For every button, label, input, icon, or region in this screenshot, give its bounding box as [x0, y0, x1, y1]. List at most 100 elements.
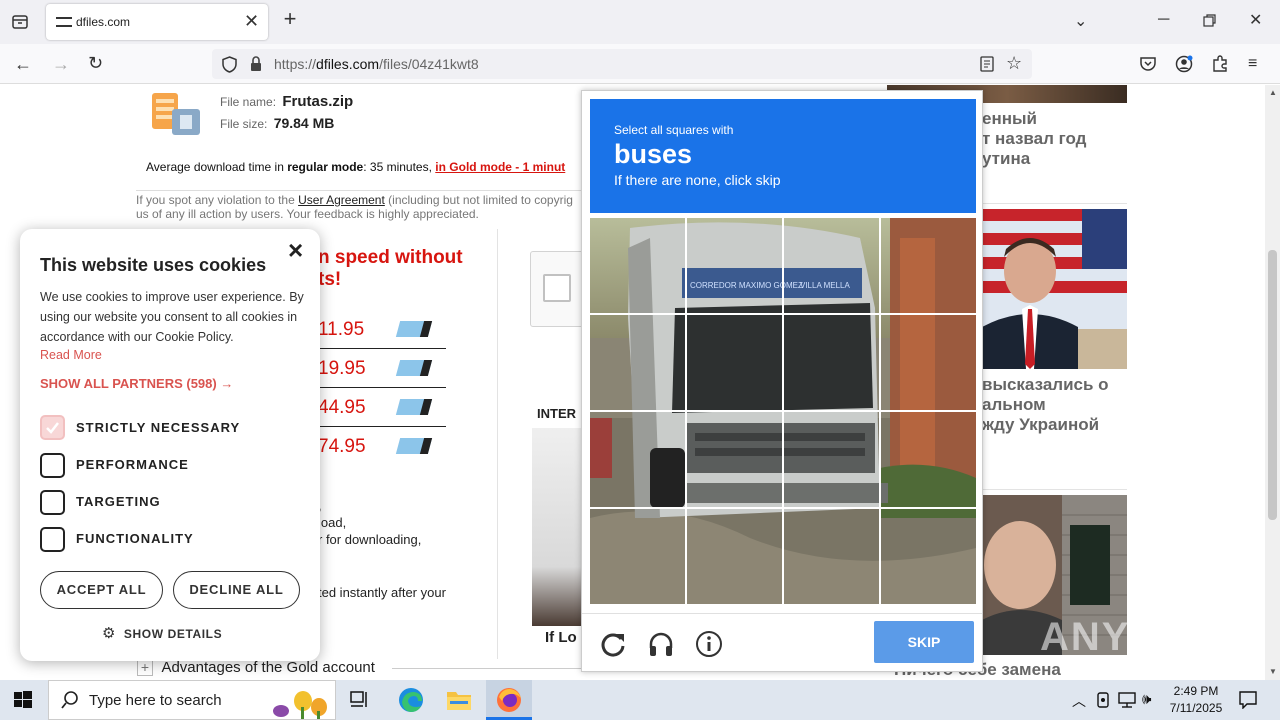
- url-prefix: https://: [274, 56, 317, 72]
- price-row[interactable]: 74.95: [318, 432, 446, 466]
- news-headline-1[interactable]: енный т назвал год утина: [982, 109, 1086, 169]
- list-all-tabs-chevron-icon[interactable]: ⌄: [1074, 14, 1087, 30]
- firefox-taskbar-button[interactable]: [486, 680, 532, 720]
- price-row[interactable]: 44.95: [318, 393, 446, 427]
- advantages-row[interactable]: + Advantages of the Gold account: [137, 659, 375, 677]
- pocket-icon[interactable]: [1140, 56, 1156, 75]
- captcha-tile[interactable]: [784, 218, 878, 312]
- price-row[interactable]: 11.95: [318, 315, 446, 349]
- device-icon[interactable]: [1096, 692, 1110, 713]
- edge-browser-icon[interactable]: [398, 687, 424, 718]
- new-tab-icon[interactable]: +: [280, 8, 300, 30]
- captcha-tile[interactable]: [784, 412, 878, 506]
- show-hidden-icons-chevron-icon[interactable]: ︿: [1072, 691, 1086, 711]
- page-scrollbar[interactable]: ▲ ▼: [1265, 85, 1280, 680]
- targeting-checkbox[interactable]: [40, 490, 65, 515]
- show-partners-link[interactable]: SHOW ALL PARTNERS (598) →: [40, 376, 233, 391]
- restore-icon[interactable]: [1203, 14, 1217, 32]
- notice-text-1: If you spot any violation to the: [136, 193, 299, 207]
- scrollbar-thumb[interactable]: [1268, 250, 1277, 520]
- captcha-instruction: Select all squares with: [614, 123, 734, 137]
- cookie-body-text: We use cookies to improve user experienc…: [40, 290, 304, 344]
- captcha-tile[interactable]: [784, 315, 878, 409]
- cookie-close-icon[interactable]: ×: [288, 235, 303, 266]
- url-text[interactable]: https://dfiles.com/files/04z41kwt8: [274, 56, 479, 72]
- network-icon[interactable]: [1118, 692, 1136, 713]
- captcha-tile[interactable]: [590, 509, 684, 603]
- captcha-tile[interactable]: [881, 412, 975, 506]
- price-row[interactable]: 19.95: [318, 354, 446, 388]
- captcha-tile[interactable]: [784, 509, 878, 603]
- taskbar-search-box[interactable]: Type here to search: [48, 680, 336, 720]
- captcha-tile[interactable]: [881, 509, 975, 603]
- news-image-2[interactable]: [982, 209, 1127, 369]
- captcha-tile[interactable]: [590, 218, 684, 312]
- ad-image[interactable]: [532, 428, 584, 626]
- notifications-icon[interactable]: [1239, 691, 1257, 714]
- news-divider: [982, 203, 1127, 204]
- functionality-label[interactable]: FUNCTIONALITY: [76, 531, 194, 546]
- user-agreement-link[interactable]: User Agreement: [298, 193, 385, 207]
- captcha-tile[interactable]: [687, 315, 781, 409]
- accept-all-button[interactable]: ACCEPT ALL: [40, 571, 163, 609]
- minimize-icon[interactable]: ─: [1158, 12, 1169, 28]
- captcha-tile[interactable]: [881, 315, 975, 409]
- tab-list-icon[interactable]: [11, 14, 29, 30]
- file-name-label: File name:: [220, 95, 277, 109]
- targeting-label[interactable]: TARGETING: [76, 494, 161, 509]
- captcha-tile[interactable]: [881, 218, 975, 312]
- avg-mode: regular mode: [287, 160, 364, 174]
- windows-start-icon[interactable]: [14, 691, 32, 714]
- captcha-tile[interactable]: [687, 218, 781, 312]
- forward-arrow-icon[interactable]: →: [52, 55, 70, 73]
- close-window-icon[interactable]: ✕: [1249, 13, 1262, 29]
- url-bar[interactable]: https://dfiles.com/files/04z41kwt8 ☆: [212, 49, 1032, 79]
- read-more-link[interactable]: Read More: [40, 348, 102, 362]
- ad-caption[interactable]: If Lo: [545, 629, 577, 646]
- app-menu-icon[interactable]: ≡: [1248, 56, 1257, 72]
- avg-value: : 35 minutes,: [363, 160, 436, 174]
- tab-close-icon[interactable]: ✕: [244, 11, 259, 32]
- account-icon[interactable]: [1175, 55, 1193, 77]
- news2-line3: жду Украиной: [982, 415, 1100, 434]
- file-name-value: Frutas.zip: [282, 93, 354, 110]
- shield-icon[interactable]: [222, 56, 237, 76]
- recaptcha-checkbox[interactable]: [543, 274, 571, 302]
- anyrun-watermark: ANY RUN: [1040, 615, 1236, 659]
- advantages-label[interactable]: Advantages of the Gold account: [161, 659, 374, 676]
- extensions-puzzle-icon[interactable]: [1212, 55, 1228, 76]
- tab-dfiles[interactable]: dfiles.com ✕: [46, 4, 268, 40]
- functionality-checkbox[interactable]: [40, 527, 65, 552]
- performance-checkbox[interactable]: [40, 453, 65, 478]
- bookmark-star-icon[interactable]: ☆: [1006, 53, 1022, 74]
- captcha-skip-button[interactable]: SKIP: [874, 621, 974, 663]
- lock-icon[interactable]: [250, 56, 262, 75]
- performance-label[interactable]: PERFORMANCE: [76, 457, 189, 472]
- file-name-row: File name: Frutas.zip: [220, 93, 353, 110]
- volume-icon[interactable]: 🕪: [1142, 691, 1151, 708]
- task-view-icon[interactable]: [350, 691, 370, 714]
- scroll-up-arrow-icon[interactable]: ▲: [1269, 88, 1277, 97]
- decline-all-button[interactable]: DECLINE ALL: [173, 571, 300, 609]
- expand-plus-icon[interactable]: +: [137, 659, 153, 676]
- site-favicon-icon: [56, 17, 72, 27]
- taskbar-clock[interactable]: 2:49 PM 7/11/2025: [1164, 683, 1228, 717]
- avg-download-time: Average download time in regular mode: 3…: [146, 160, 565, 174]
- captcha-tile[interactable]: [590, 315, 684, 409]
- news-headline-2[interactable]: высказались о альном жду Украиной: [982, 375, 1109, 435]
- reload-icon[interactable]: ↻: [88, 54, 103, 72]
- captcha-tile[interactable]: [590, 412, 684, 506]
- clock-date: 7/11/2025: [1169, 701, 1223, 715]
- scroll-down-arrow-icon[interactable]: ▼: [1269, 667, 1277, 676]
- news2-line1: высказались о: [982, 375, 1109, 394]
- captcha-tile[interactable]: [687, 412, 781, 506]
- info-icon[interactable]: [695, 630, 723, 663]
- gold-mode-link[interactable]: in Gold mode - 1 minut: [435, 160, 565, 174]
- reload-challenge-icon[interactable]: [600, 631, 626, 662]
- show-details-button[interactable]: ⚙ SHOW DETAILS: [102, 624, 222, 643]
- back-arrow-icon[interactable]: ←: [14, 55, 32, 73]
- reader-view-icon[interactable]: [980, 56, 994, 75]
- captcha-tile[interactable]: [687, 509, 781, 603]
- file-explorer-icon[interactable]: [446, 689, 472, 716]
- audio-challenge-headphones-icon[interactable]: [648, 631, 674, 662]
